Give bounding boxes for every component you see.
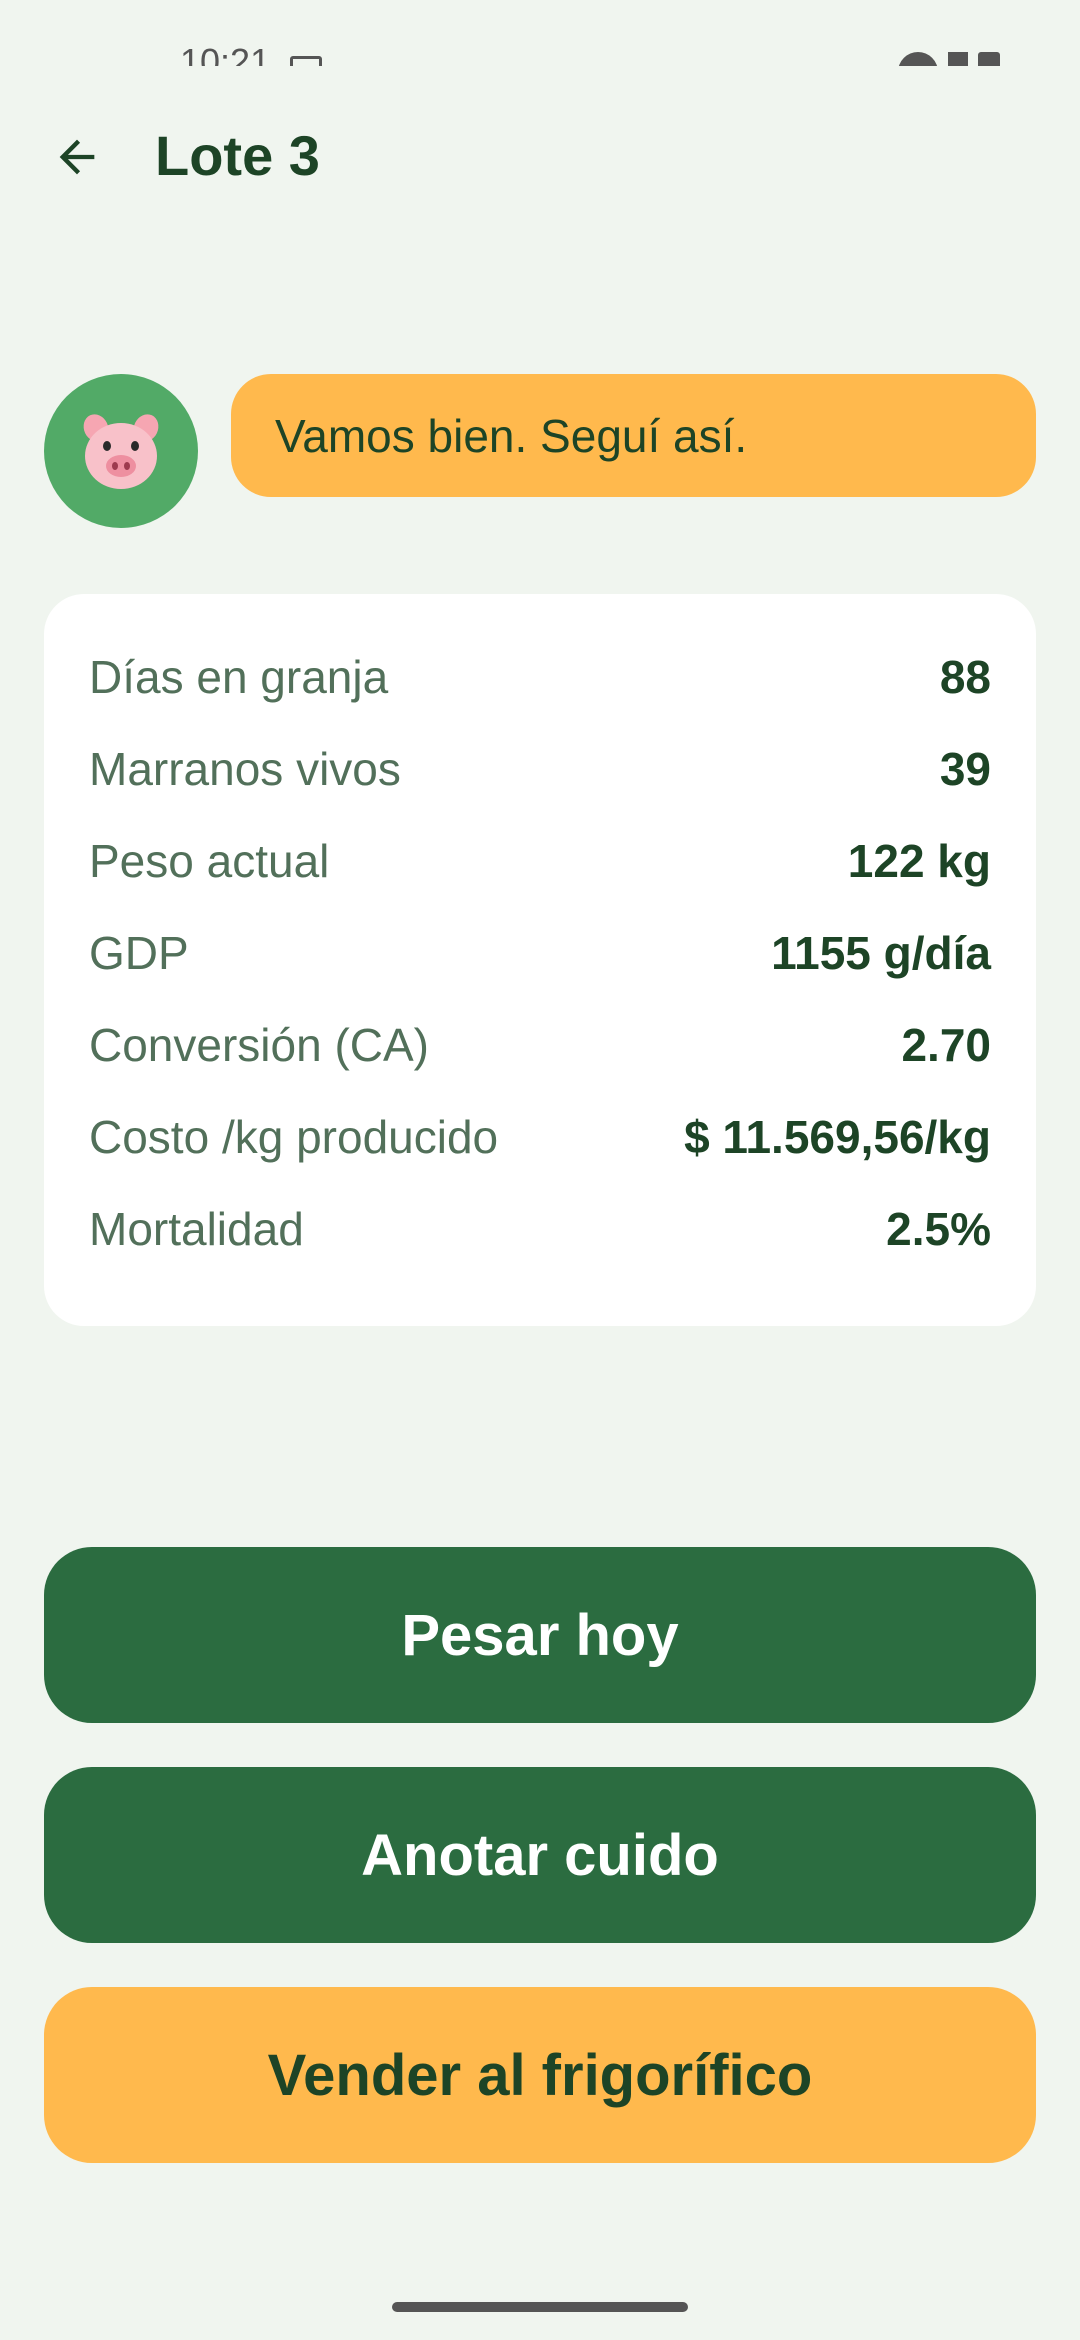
back-button[interactable] bbox=[40, 120, 114, 194]
stat-value: 39 bbox=[939, 743, 991, 795]
stat-label: Conversión (CA) bbox=[89, 1019, 429, 1071]
stat-value: 88 bbox=[939, 651, 991, 703]
stat-row-dias-en-granja: Días en granja 88 bbox=[89, 642, 991, 712]
mascot-avatar bbox=[44, 374, 198, 528]
weigh-today-button[interactable]: Pesar hoy bbox=[44, 1547, 1036, 1723]
stat-label: Días en granja bbox=[89, 651, 389, 703]
stat-value: 2.5% bbox=[886, 1203, 991, 1255]
stats-card: Días en granja 88 Marranos vivos 39 Peso… bbox=[44, 594, 1036, 1326]
signal-icon bbox=[948, 52, 968, 66]
stat-row-costo-kg: Costo /kg producido $ 11.569,56/kg bbox=[89, 1102, 991, 1172]
notification-icon bbox=[290, 56, 322, 66]
wifi-icon bbox=[898, 52, 938, 66]
home-indicator[interactable] bbox=[392, 2302, 688, 2312]
stat-label: Marranos vivos bbox=[89, 743, 401, 795]
arrow-left-icon bbox=[59, 139, 95, 175]
status-bar: 10:21 bbox=[0, 0, 1080, 66]
stat-row-peso-actual: Peso actual 122 kg bbox=[89, 826, 991, 896]
stat-label: Peso actual bbox=[89, 835, 330, 887]
stat-label: Mortalidad bbox=[89, 1203, 304, 1255]
stat-label: Costo /kg producido bbox=[89, 1111, 499, 1163]
status-time: 10:21 bbox=[180, 41, 271, 67]
stat-label: GDP bbox=[89, 927, 189, 979]
status-icons bbox=[898, 52, 1000, 66]
sell-to-slaughterhouse-button[interactable]: Vender al frigorífico bbox=[44, 1987, 1036, 2163]
page-title: Lote 3 bbox=[155, 124, 320, 187]
stat-value: 1155 g/día bbox=[771, 927, 991, 979]
stat-row-marranos-vivos: Marranos vivos 39 bbox=[89, 734, 991, 804]
mascot-message: Vamos bien. Seguí así. bbox=[275, 409, 748, 462]
pig-face-icon bbox=[83, 414, 159, 489]
battery-icon bbox=[978, 52, 1000, 66]
stat-row-mortalidad: Mortalidad 2.5% bbox=[89, 1194, 991, 1264]
mascot-message-bubble: Vamos bien. Seguí así. bbox=[231, 374, 1036, 497]
stat-row-gdp: GDP 1155 g/día bbox=[89, 918, 991, 988]
stat-value: 2.70 bbox=[901, 1019, 991, 1071]
log-feed-button[interactable]: Anotar cuido bbox=[44, 1767, 1036, 1943]
stat-value: 122 kg bbox=[847, 835, 991, 887]
stat-value: $ 11.569,56/kg bbox=[684, 1111, 991, 1163]
stat-row-conversion: Conversión (CA) 2.70 bbox=[89, 1010, 991, 1080]
app-bar: Lote 3 bbox=[0, 100, 1080, 210]
